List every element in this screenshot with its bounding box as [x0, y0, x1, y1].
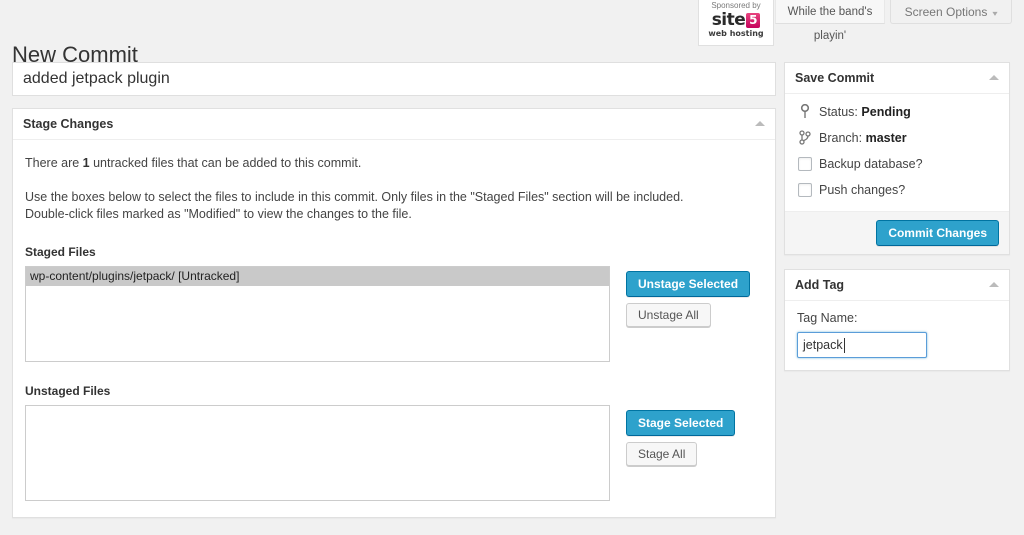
backup-database-checkbox[interactable] [798, 157, 812, 171]
stage-changes-body: There are 1 untracked files that can be … [13, 140, 775, 518]
add-tag-header: Add Tag [785, 270, 1009, 301]
tag-name-value: jetpack [803, 338, 843, 352]
site5-number-badge: 5 [746, 13, 760, 28]
top-bar: Sponsored by site5 web hosting While the… [0, 0, 1024, 28]
branch-row: Branch: master [797, 130, 997, 146]
backup-database-checkbox-row[interactable]: Backup database? [797, 156, 997, 173]
screen-options-button[interactable]: Screen Options ▾ [890, 0, 1012, 24]
untracked-info-prefix: There are [25, 156, 83, 170]
save-commit-footer: Commit Changes [785, 211, 1009, 254]
staged-files-list[interactable]: wp-content/plugins/jetpack/ [Untracked] [25, 266, 610, 362]
status-row: Status: Pending [797, 104, 997, 120]
sidebar: Save Commit Status: Pending [784, 62, 1010, 385]
save-commit-header: Save Commit [785, 63, 1009, 94]
save-commit-panel: Save Commit Status: Pending [784, 62, 1010, 255]
save-commit-title: Save Commit [795, 71, 874, 85]
instructions-line-2: Double-click files marked as "Modified" … [25, 206, 763, 223]
instructions-block: Use the boxes below to select the files … [25, 189, 763, 223]
stage-changes-header: Stage Changes [13, 109, 775, 140]
text-cursor [844, 338, 845, 353]
commit-message-input[interactable] [12, 62, 776, 96]
collapse-toggle-icon[interactable] [755, 121, 765, 126]
status-label: Status: [819, 105, 858, 119]
stage-all-button[interactable]: Stage All [626, 442, 697, 466]
add-tag-title: Add Tag [795, 278, 844, 292]
add-tag-panel: Add Tag Tag Name: jetpack [784, 269, 1010, 371]
push-changes-checkbox-row[interactable]: Push changes? [797, 182, 997, 199]
tag-name-label: Tag Name: [797, 311, 997, 325]
untracked-count: 1 [83, 156, 90, 170]
push-changes-checkbox[interactable] [798, 183, 812, 197]
unstage-all-button[interactable]: Unstage All [626, 303, 711, 327]
commit-changes-button[interactable]: Commit Changes [876, 220, 999, 246]
sponsor-badge: Sponsored by site5 web hosting [698, 0, 774, 46]
staged-actions: Unstage Selected Unstage All [626, 271, 776, 327]
untracked-info-text: There are 1 untracked files that can be … [25, 154, 763, 172]
chevron-down-icon: ▾ [993, 2, 998, 26]
git-branch-icon [799, 130, 813, 146]
staged-files-label: Staged Files [25, 245, 763, 259]
branch-label: Branch: [819, 131, 862, 145]
branch-value: master [866, 131, 907, 145]
save-commit-body: Status: Pending Branch: master [785, 94, 1009, 211]
status-badge: Pending [861, 105, 910, 119]
push-changes-label: Push changes? [819, 183, 905, 197]
site-tagline: While the band's playin' [775, 0, 885, 24]
stage-changes-title: Stage Changes [23, 117, 113, 131]
collapse-toggle-icon[interactable] [989, 75, 999, 80]
unstaged-files-row: Stage Selected Stage All [25, 405, 763, 501]
collapse-toggle-icon[interactable] [989, 282, 999, 287]
pin-icon [799, 104, 813, 120]
add-tag-body: Tag Name: jetpack [785, 301, 1009, 370]
tag-name-input[interactable]: jetpack [797, 332, 927, 358]
list-item[interactable]: wp-content/plugins/jetpack/ [Untracked] [26, 267, 609, 286]
unstaged-files-label: Unstaged Files [25, 384, 763, 398]
backup-database-label: Backup database? [819, 157, 923, 171]
stage-selected-button[interactable]: Stage Selected [626, 410, 735, 436]
instructions-line-1: Use the boxes below to select the files … [25, 189, 763, 206]
unstaged-files-list[interactable] [25, 405, 610, 501]
staged-files-row: wp-content/plugins/jetpack/ [Untracked] … [25, 266, 763, 362]
sponsor-suffix-text: web hosting [699, 28, 773, 39]
screen-options-label: Screen Options [905, 5, 988, 19]
stage-changes-panel: Stage Changes There are 1 untracked file… [12, 108, 776, 518]
untracked-info-suffix: untracked files that can be added to thi… [90, 156, 362, 170]
site5-logo: site5 [699, 11, 773, 28]
unstaged-actions: Stage Selected Stage All [626, 410, 776, 466]
unstage-selected-button[interactable]: Unstage Selected [626, 271, 750, 297]
